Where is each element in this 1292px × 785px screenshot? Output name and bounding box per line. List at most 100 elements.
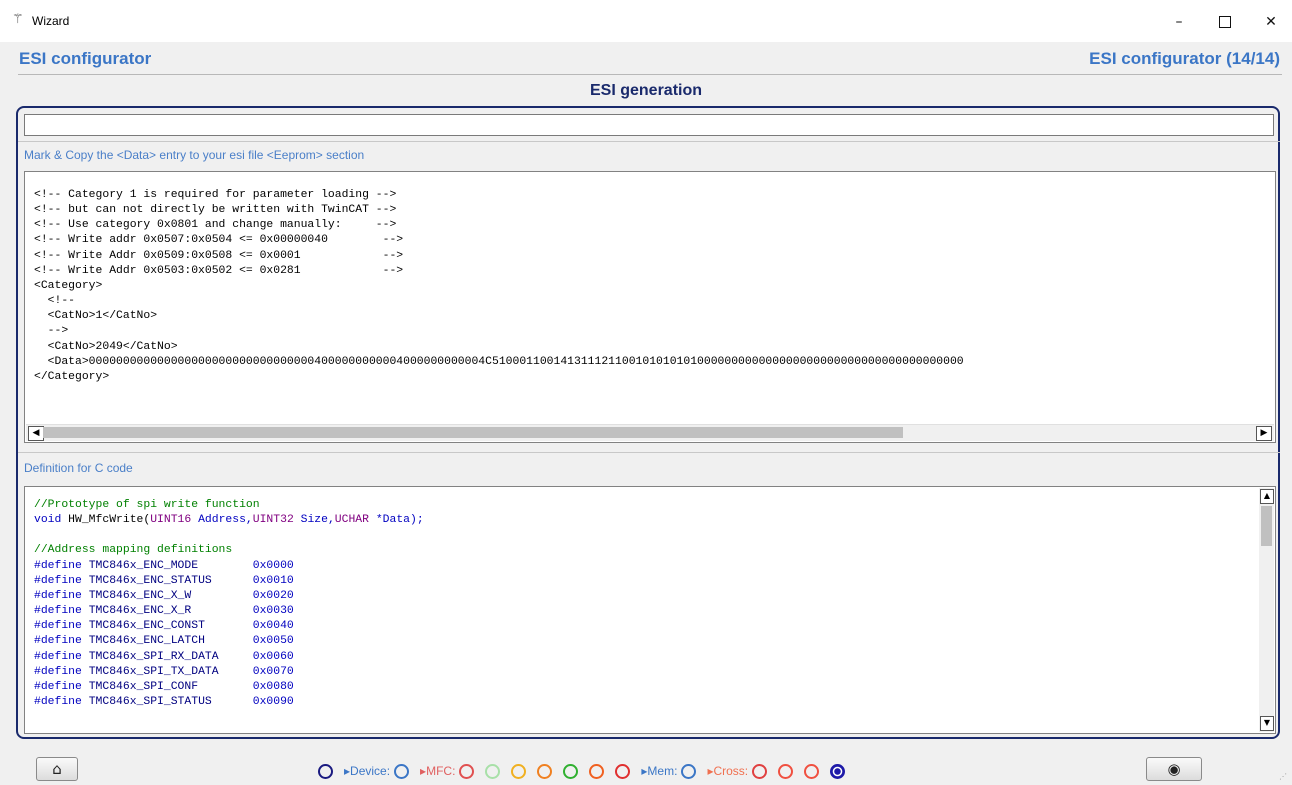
code-value: 0x0000: [252, 559, 294, 572]
define-line: #define TMC846x_ENC_MODE 0x0000: [34, 560, 294, 572]
app-title: ESI configurator: [19, 49, 152, 68]
minimize-button[interactable]: –: [1156, 8, 1202, 36]
scrollbar-thumb[interactable]: [1261, 506, 1272, 546]
home-button[interactable]: ⌂: [36, 757, 78, 781]
code-keyword: void: [34, 514, 62, 527]
step-indicator-circle[interactable]: [804, 763, 820, 779]
code-macro-name: TMC846x_ENC_X_W: [81, 589, 253, 602]
code-value: 0x0030: [252, 605, 294, 618]
code-keyword: #define: [34, 635, 82, 648]
code-comment: //Prototype of spi write function: [34, 499, 260, 511]
code-macro-name: TMC846x_SPI_TX_DATA: [81, 665, 253, 678]
step-indicator-circle[interactable]: [511, 763, 527, 779]
nav-step-label: ▸Device:: [344, 764, 391, 778]
scroll-right-icon[interactable]: ▶: [1256, 426, 1272, 441]
code-param: Size,: [293, 514, 335, 527]
step-indicator-circle[interactable]: [615, 763, 631, 779]
define-line: #define TMC846x_SPI_STATUS 0x0090: [34, 696, 294, 708]
c-code-textbox[interactable]: //Prototype of spi write function void H…: [24, 486, 1276, 734]
back-circle-icon: ◉: [1167, 760, 1181, 778]
step-indicator-circle[interactable]: [752, 763, 768, 779]
code-macro-name: TMC846x_SPI_STATUS: [81, 696, 253, 709]
code-keyword: #define: [34, 665, 82, 678]
define-line: #define TMC846x_SPI_CONF 0x0080: [34, 681, 294, 693]
divider: [18, 141, 1280, 142]
code-macro-name: TMC846x_ENC_CONST: [81, 620, 253, 633]
define-line: #define TMC846x_ENC_X_W 0x0020: [34, 590, 294, 602]
code-value: 0x0060: [252, 650, 294, 663]
step-indicator-circle[interactable]: [537, 763, 553, 779]
code-macro-name: TMC846x_SPI_RX_DATA: [81, 650, 253, 663]
c-section-label: Definition for C code: [24, 461, 133, 475]
code-macro-name: TMC846x_ENC_MODE: [81, 559, 253, 572]
code-param: *Data);: [368, 514, 424, 527]
code-keyword: #define: [34, 680, 82, 693]
code-keyword: #define: [34, 605, 82, 618]
code-macro-name: TMC846x_ENC_STATUS: [81, 574, 253, 587]
vertical-scrollbar[interactable]: ▲ ▼: [1259, 488, 1274, 732]
step-indicator-circle[interactable]: [589, 763, 605, 779]
code-value: 0x0020: [252, 589, 294, 602]
step-indicator: ESI configurator (14/14): [1089, 49, 1280, 68]
scrollbar-thumb[interactable]: [43, 427, 903, 438]
code-value: 0x0050: [252, 635, 294, 648]
window-title: Wizard: [32, 14, 70, 28]
step-indicator-circle[interactable]: [778, 763, 794, 779]
code-value: 0x0090: [252, 696, 294, 709]
c-code[interactable]: //Prototype of spi write function void H…: [34, 498, 424, 710]
code-type: UINT32: [252, 514, 294, 527]
code-value: 0x0040: [252, 620, 294, 633]
code-macro-name: TMC846x_ENC_LATCH: [81, 635, 253, 648]
define-line: #define TMC846x_ENC_LATCH 0x0050: [34, 635, 294, 647]
esi-section-label: Mark & Copy the <Data> entry to your esi…: [24, 148, 365, 162]
close-button[interactable]: ✕: [1248, 8, 1292, 36]
nav-step-label: ▸MFC:: [420, 764, 456, 778]
define-line: #define TMC846x_ENC_STATUS 0x0010: [34, 575, 294, 587]
esi-xml-code[interactable]: <!-- Category 1 is required for paramete…: [34, 188, 964, 385]
esi-xml-textbox[interactable]: <!-- Category 1 is required for paramete…: [24, 171, 1276, 443]
maximize-icon: [1219, 16, 1231, 28]
current-step-indicator[interactable]: [830, 763, 846, 779]
back-button[interactable]: ◉: [1146, 757, 1202, 781]
code-keyword: #define: [34, 589, 82, 602]
code-comment: //Address mapping definitions: [34, 544, 233, 557]
divider: [18, 452, 1280, 453]
wand-icon: ⚚: [12, 12, 24, 27]
scroll-left-icon[interactable]: ◀: [28, 426, 44, 441]
scroll-down-icon[interactable]: ▼: [1260, 716, 1274, 731]
code-keyword: #define: [34, 696, 82, 709]
code-function: HW_MfcWrite(: [61, 514, 151, 527]
top-text-field[interactable]: [24, 114, 1274, 136]
code-type: UINT16: [150, 514, 192, 527]
code-macro-name: TMC846x_ENC_X_R: [81, 605, 253, 618]
code-keyword: #define: [34, 650, 82, 663]
code-param: Address,: [191, 514, 253, 527]
code-type: UCHAR: [334, 514, 369, 527]
define-line: #define TMC846x_ENC_X_R 0x0030: [34, 605, 294, 617]
home-icon: ⌂: [52, 760, 62, 778]
horizontal-scrollbar[interactable]: ◀ ▶: [26, 424, 1274, 441]
step-indicator-circle[interactable]: [681, 763, 697, 779]
define-line: #define TMC846x_SPI_TX_DATA 0x0070: [34, 666, 294, 678]
step-indicator-circle[interactable]: [394, 763, 410, 779]
define-line: #define TMC846x_ENC_CONST 0x0040: [34, 620, 294, 632]
code-macro-name: TMC846x_SPI_CONF: [81, 680, 253, 693]
define-line: #define TMC846x_SPI_RX_DATA 0x0060: [34, 651, 294, 663]
step-indicator-circle[interactable]: [318, 763, 333, 779]
header-divider: [18, 74, 1282, 75]
code-keyword: #define: [34, 620, 82, 633]
step-indicator-circle[interactable]: [563, 763, 579, 779]
nav-step-label: ▸Mem:: [641, 764, 678, 778]
resize-grip-icon[interactable]: ⋰: [1279, 772, 1289, 782]
nav-step-label: ▸Cross:: [707, 764, 749, 778]
code-value: 0x0070: [252, 665, 294, 678]
window-title-bar: ⚚ Wizard – ✕: [0, 0, 1292, 42]
step-indicator-circle[interactable]: [459, 763, 475, 779]
code-keyword: #define: [34, 559, 82, 572]
scroll-up-icon[interactable]: ▲: [1260, 489, 1274, 504]
code-value: 0x0080: [252, 680, 294, 693]
maximize-button[interactable]: [1202, 8, 1248, 36]
step-indicator-circle[interactable]: [485, 763, 501, 779]
section-title: ESI generation: [589, 82, 703, 99]
code-value: 0x0010: [252, 574, 294, 587]
